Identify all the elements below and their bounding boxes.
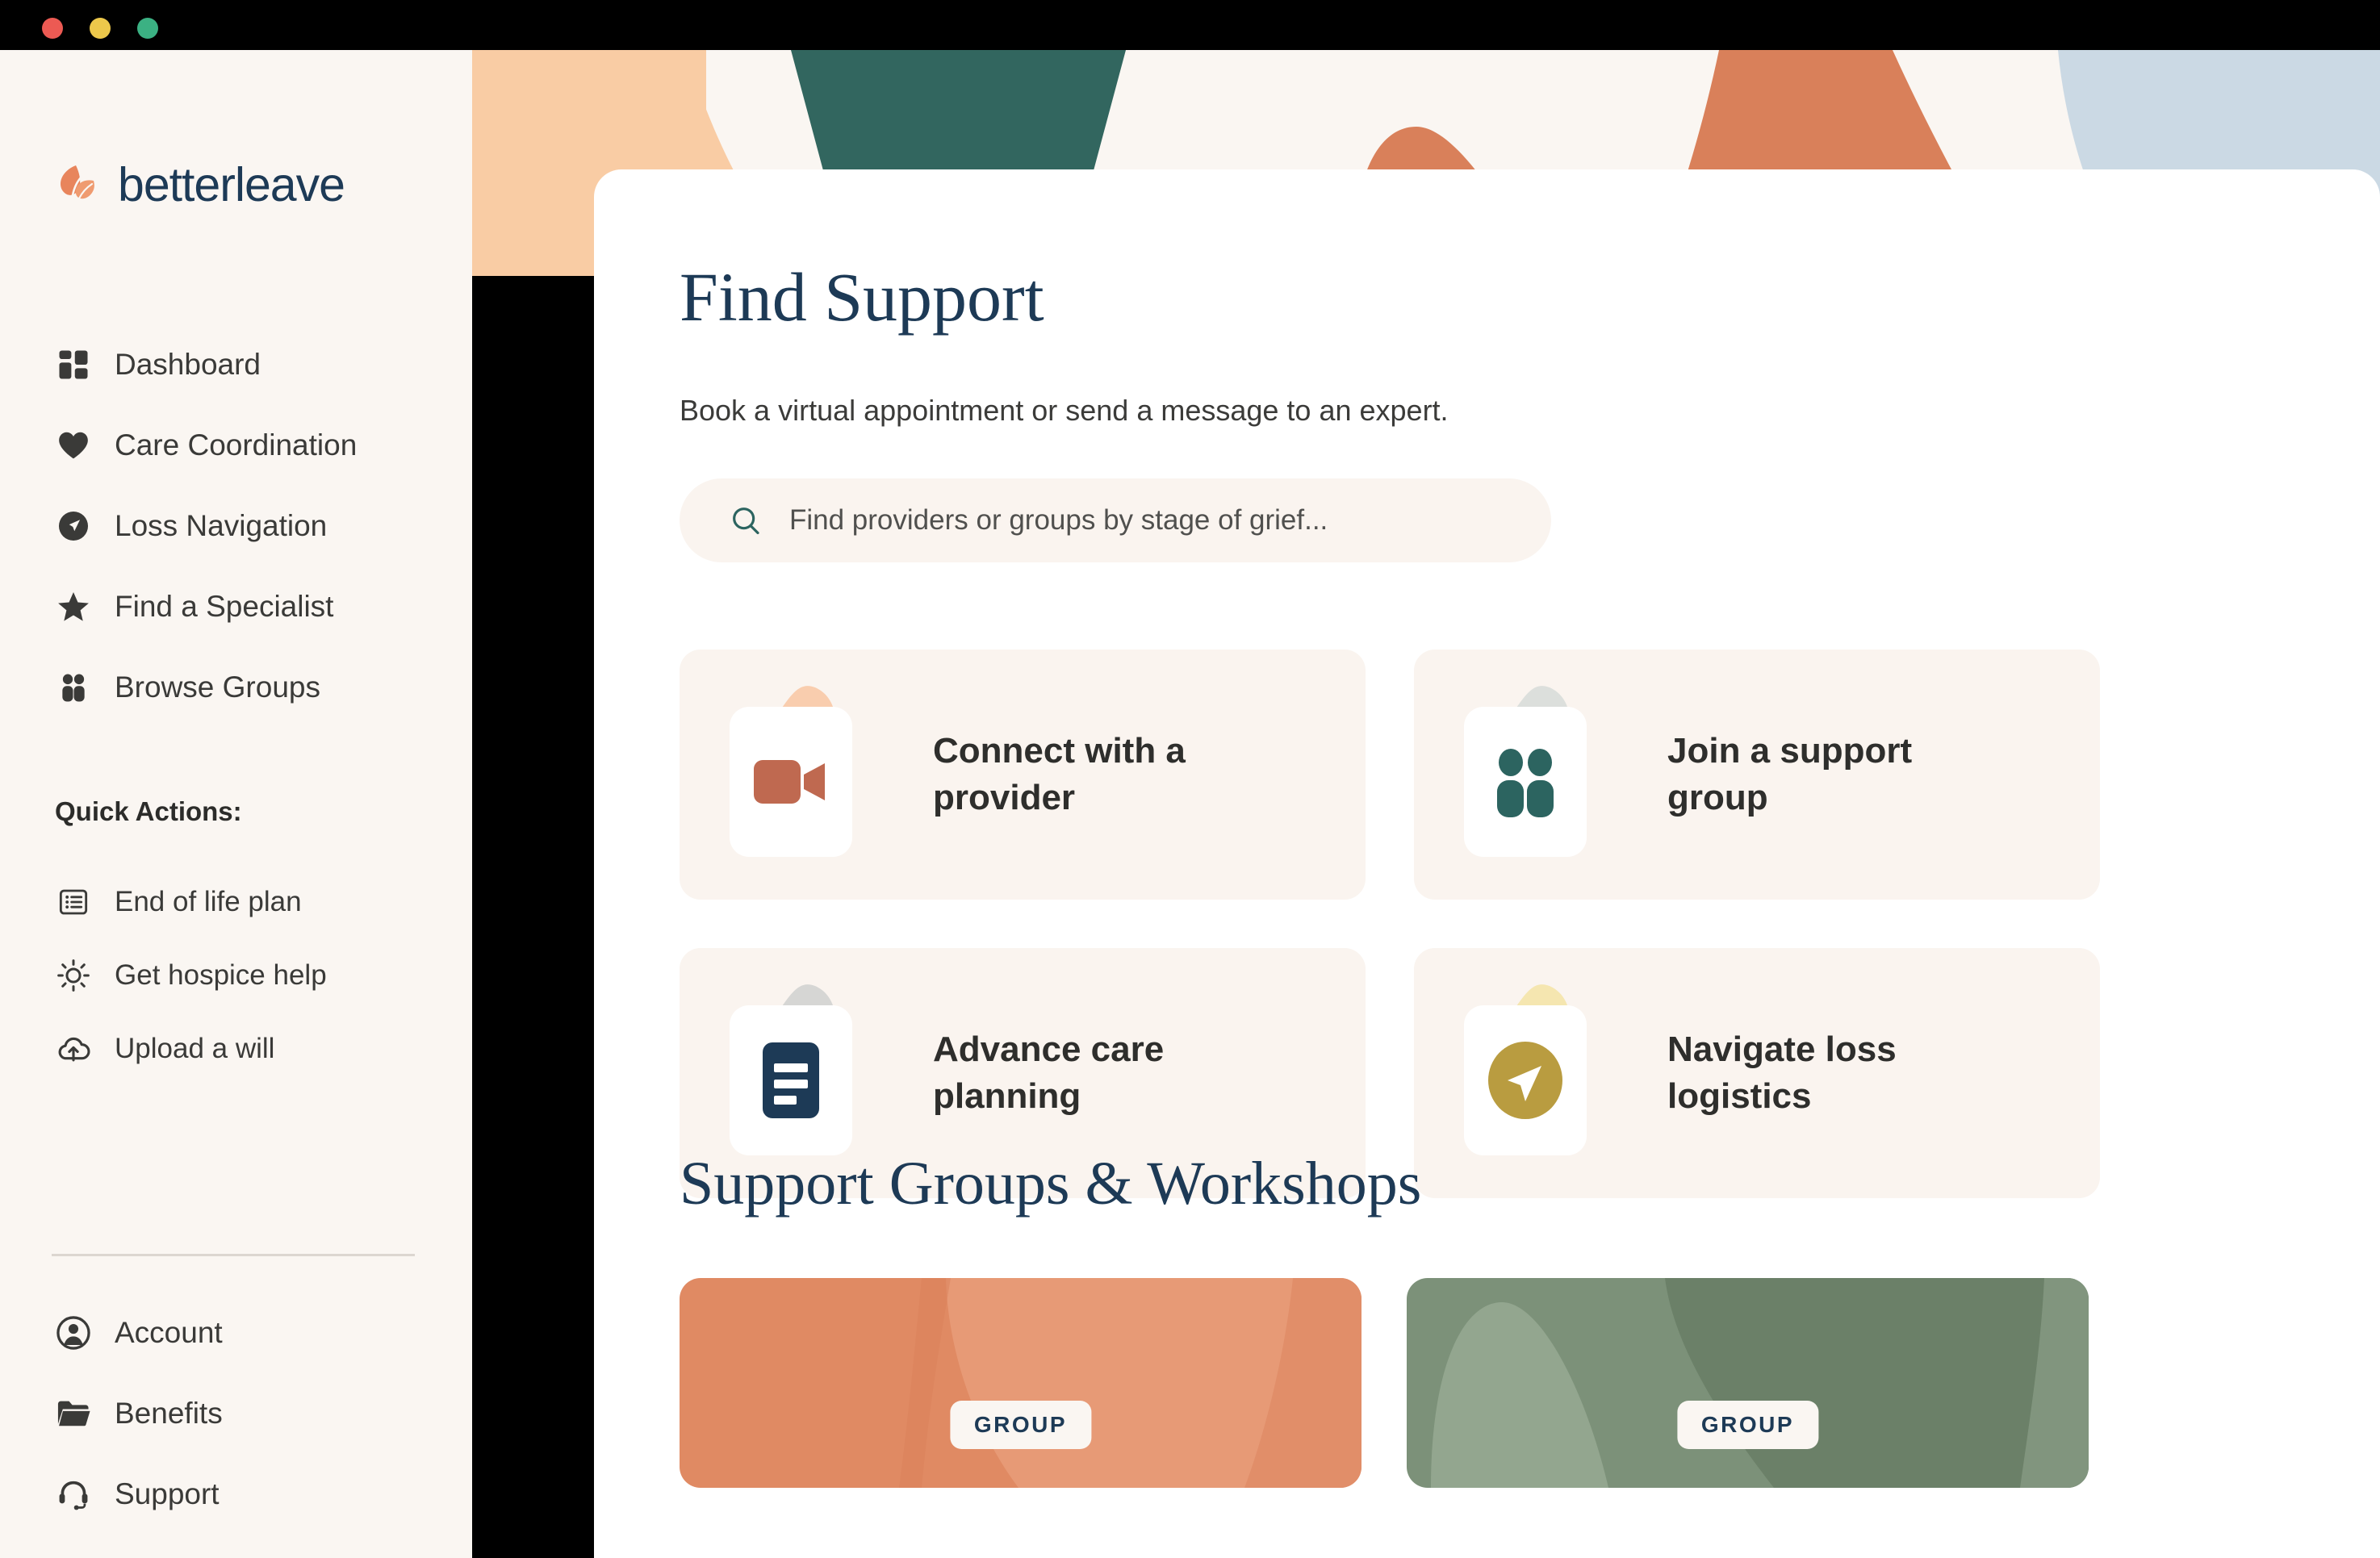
quick-action-label: Upload a will (115, 1032, 275, 1064)
sidebar: betterleave Dashboard Care Coordination … (0, 50, 472, 1558)
video-camera-icon (730, 707, 852, 857)
group-card-grid: GROUP GROUP (680, 1278, 2116, 1488)
heart-icon (55, 427, 92, 464)
maximize-button[interactable] (137, 18, 158, 39)
people-group-icon (55, 669, 92, 706)
quick-actions-heading: Quick Actions: (55, 796, 242, 826)
window-controls (42, 18, 158, 39)
secondary-nav: Account Benefits Support (0, 1293, 472, 1535)
sidebar-item-label: Dashboard (115, 348, 261, 381)
brand-logo[interactable]: betterleave (55, 157, 345, 212)
sidebar-item-label: Benefits (115, 1397, 223, 1430)
quick-action-label: End of life plan (115, 885, 302, 917)
sidebar-item-account[interactable]: Account (0, 1293, 472, 1373)
action-card-connect-with-provider[interactable]: Connect with a provider (680, 650, 1366, 900)
action-card-label: Connect with a provider (933, 730, 1186, 817)
app-window: betterleave Dashboard Care Coordination … (0, 0, 2380, 1558)
compass-navigate-icon (1464, 1005, 1587, 1155)
cloud-upload-icon (55, 1030, 92, 1067)
minimize-button[interactable] (90, 18, 111, 39)
sun-icon (55, 957, 92, 994)
sidebar-item-label: Account (115, 1316, 223, 1349)
sidebar-divider (52, 1254, 415, 1256)
sidebar-item-label: Care Coordination (115, 428, 358, 462)
page-title: Find Support (680, 258, 1044, 336)
sidebar-item-label: Loss Navigation (115, 509, 328, 542)
window-titlebar (0, 0, 2380, 50)
section-title-support-groups: Support Groups & Workshops (680, 1150, 1422, 1218)
star-icon (55, 588, 92, 625)
search-bar[interactable]: Find providers or groups by stage of gri… (680, 478, 1551, 562)
card-artwork (1461, 686, 1622, 857)
card-artwork (726, 686, 888, 857)
quick-actions-nav: End of life plan Get hospice help Upload… (0, 865, 472, 1085)
compass-navigate-icon (55, 507, 92, 545)
action-card-label: Advance care planning (933, 1029, 1165, 1116)
action-card-label: Navigate loss logistics (1667, 1029, 1897, 1116)
sidebar-item-find-a-specialist[interactable]: Find a Specialist (0, 566, 472, 647)
status-badge: GROUP (1676, 1401, 1819, 1449)
sidebar-item-loss-navigation[interactable]: Loss Navigation (0, 486, 472, 566)
sidebar-item-label: Browse Groups (115, 670, 320, 704)
action-card-navigate-loss-logistics[interactable]: Navigate loss logistics (1414, 948, 2100, 1198)
sidebar-item-dashboard[interactable]: Dashboard (0, 324, 472, 405)
page-subtitle: Book a virtual appointment or send a mes… (680, 394, 1449, 427)
sidebar-item-support[interactable]: Support (0, 1454, 472, 1535)
folder-icon (55, 1395, 92, 1432)
quick-action-end-of-life-plan[interactable]: End of life plan (0, 865, 472, 938)
headset-icon (55, 1476, 92, 1513)
group-card-artwork (680, 1278, 1361, 1488)
quick-action-label: Get hospice help (115, 959, 327, 991)
search-icon (730, 504, 762, 537)
action-card-label: Join a support group (1667, 730, 1913, 817)
sidebar-item-label: Find a Specialist (115, 590, 334, 623)
primary-nav: Dashboard Care Coordination Loss Navigat… (0, 324, 472, 728)
sidebar-item-benefits[interactable]: Benefits (0, 1373, 472, 1454)
dashboard-grid-icon (55, 346, 92, 383)
card-artwork (726, 984, 888, 1155)
group-card[interactable]: GROUP (1407, 1278, 2089, 1488)
quick-action-get-hospice-help[interactable]: Get hospice help (0, 938, 472, 1012)
account-avatar-icon (55, 1314, 92, 1351)
quick-action-upload-a-will[interactable]: Upload a will (0, 1012, 472, 1085)
leaf-icon (55, 163, 98, 207)
sidebar-item-browse-groups[interactable]: Browse Groups (0, 647, 472, 728)
sidebar-item-care-coordination[interactable]: Care Coordination (0, 405, 472, 486)
status-badge: GROUP (949, 1401, 1092, 1449)
list-document-icon (55, 883, 92, 921)
action-card-grid: Connect with a provider Join a support g… (680, 650, 2100, 1198)
people-group-icon (1464, 707, 1587, 857)
sidebar-item-label: Support (115, 1477, 220, 1510)
document-lines-icon (730, 1005, 852, 1155)
card-artwork (1461, 984, 1622, 1155)
group-card-artwork (1407, 1278, 2089, 1488)
group-card[interactable]: GROUP (680, 1278, 1361, 1488)
main-content-panel: Find Support Book a virtual appointment … (594, 169, 2380, 1558)
brand-name: betterleave (118, 158, 345, 211)
action-card-join-support-group[interactable]: Join a support group (1414, 650, 2100, 900)
close-button[interactable] (42, 18, 63, 39)
search-input-placeholder: Find providers or groups by stage of gri… (789, 504, 1328, 536)
